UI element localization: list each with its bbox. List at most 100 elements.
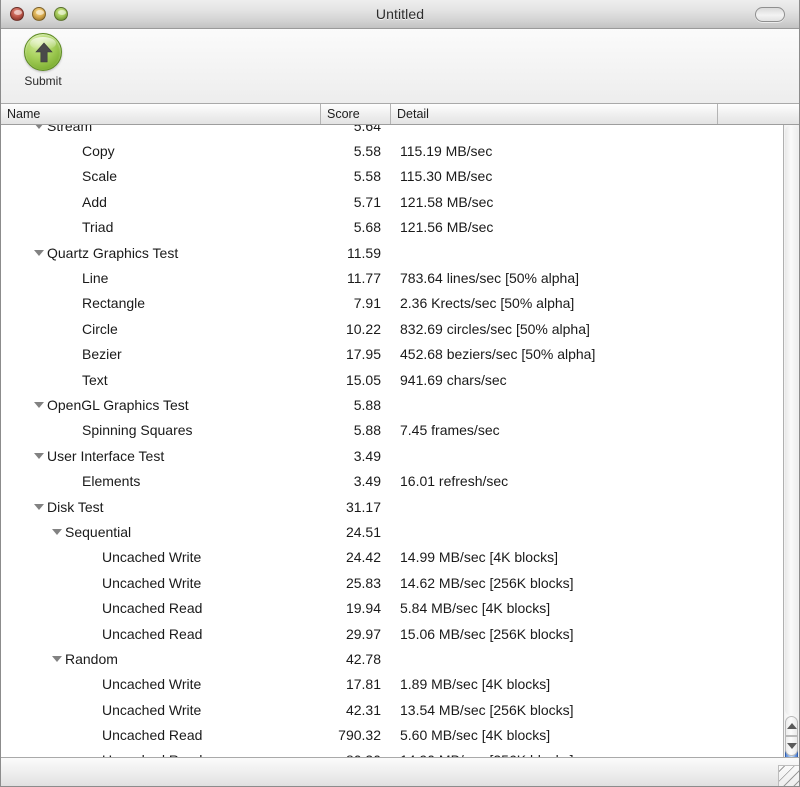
table-row[interactable]: Spinning Squares 5.88 7.45 frames/sec	[1, 418, 783, 443]
row-detail-cell: 13.54 MB/sec [256K blocks]	[400, 701, 574, 718]
disclosure-triangle-icon[interactable]	[52, 655, 62, 662]
minimize-button[interactable]	[32, 7, 46, 21]
row-score-cell: 25.83	[345, 574, 381, 591]
row-name-label: Uncached Write	[102, 676, 202, 693]
scroll-up-arrow-icon[interactable]	[785, 716, 798, 736]
table-row[interactable]: Uncached Write 25.83 14.62 MB/sec [256K bl…	[1, 570, 783, 595]
table-row[interactable]: Text 15.05 941.69 chars/sec	[1, 367, 783, 392]
table-row[interactable]: User Interface Test 3.49	[1, 443, 783, 468]
table-row[interactable]: Scale 5.58 115.30 MB/sec	[1, 164, 783, 189]
table-row[interactable]: Uncached Write 17.81 1.89 MB/sec [4K block…	[1, 672, 783, 697]
resize-grip-icon[interactable]	[778, 765, 799, 786]
column-header-name[interactable]: Name	[1, 104, 321, 124]
page-title: Untitled	[375, 6, 425, 22]
table-row[interactable]: Bezier 17.95 452.68 beziers/sec [50% alpha…	[1, 342, 783, 367]
table-row[interactable]: Stream 5.64	[1, 125, 783, 138]
table-row[interactable]: Copy 5.58 115.19 MB/sec	[1, 138, 783, 163]
row-score-cell: 15.05	[345, 371, 381, 388]
window-controls	[1, 7, 68, 21]
table-row[interactable]: Uncached Write 42.31 13.54 MB/sec [256K bl…	[1, 697, 783, 722]
column-header-score[interactable]: Score	[321, 104, 391, 124]
row-name-cell: Spinning Squares	[1, 422, 321, 438]
row-name-cell: User Interface Test	[1, 448, 321, 464]
row-name-label: Uncached Read	[102, 727, 203, 744]
table-row[interactable]: Disk Test 31.17	[1, 494, 783, 519]
table-row[interactable]: Uncached Read80.3014.90 MB/sec [256K blo…	[1, 748, 783, 757]
zoom-button[interactable]	[54, 7, 68, 21]
table-row[interactable]: Random 42.78	[1, 646, 783, 671]
disclosure-triangle-icon[interactable]	[34, 125, 44, 129]
row-name-label: Random	[65, 650, 118, 667]
row-score-cell: 24.42	[345, 549, 381, 566]
row-detail-cell: 7.45 frames/sec	[400, 422, 500, 439]
table-row[interactable]: Uncached Read 29.97 15.06 MB/sec [256K blo…	[1, 621, 783, 646]
disclosure-triangle-icon[interactable]	[34, 401, 44, 408]
row-name-cell: Elements	[1, 473, 321, 489]
row-score-cell: 17.95	[345, 346, 381, 363]
row-score-cell: 5.58	[353, 143, 381, 160]
table-row[interactable]: Uncached Read 790.32 5.60 MB/sec [4K block…	[1, 722, 783, 747]
row-detail-cell: 2.36 Krects/sec [50% alpha]	[400, 295, 575, 312]
status-bar	[1, 757, 799, 786]
row-name-cell: Uncached Write	[1, 676, 321, 692]
row-score-cell: 5.68	[353, 219, 381, 236]
row-score-cell: 29.97	[345, 625, 381, 642]
scroll-down-arrow-icon[interactable]	[785, 736, 798, 756]
table-header-row: Name Score Detail	[1, 104, 799, 125]
toolbar-toggle-button[interactable]	[755, 6, 785, 22]
row-name-cell: Bezier	[1, 346, 321, 362]
column-header-spacer[interactable]	[718, 104, 776, 124]
column-header-detail[interactable]: Detail	[391, 104, 718, 124]
submit-button-label: Submit	[24, 74, 62, 88]
table-row[interactable]: Line 11.77 783.64 lines/sec [50% alpha]	[1, 265, 783, 290]
disclosure-triangle-icon[interactable]	[34, 452, 44, 459]
row-name-cell: Triad	[1, 219, 321, 235]
row-score-cell: 5.88	[353, 396, 381, 413]
row-detail-cell: 115.19 MB/sec	[400, 143, 493, 160]
table-row[interactable]: Uncached Write 24.42 14.99 MB/sec [4K bloc…	[1, 545, 783, 570]
table-row[interactable]: Triad 5.68 121.56 MB/sec	[1, 215, 783, 240]
row-name-label: Spinning Squares	[82, 422, 193, 439]
row-name-cell: Stream	[1, 125, 321, 134]
row-score-cell: 10.22	[345, 320, 381, 337]
row-name-cell: Uncached Read	[1, 727, 321, 743]
vertical-scrollbar[interactable]	[783, 125, 799, 757]
row-name-label: Uncached Write	[102, 549, 202, 566]
close-button[interactable]	[10, 7, 24, 21]
row-name-label: Copy	[82, 143, 115, 160]
row-name-cell: Quartz Graphics Test	[1, 245, 321, 261]
row-name-label: Uncached Read	[102, 600, 203, 617]
row-name-cell: Uncached Read	[1, 600, 321, 616]
row-name-label: OpenGL Graphics Test	[47, 396, 189, 413]
table-row[interactable]: Elements 3.49 16.01 refresh/sec	[1, 468, 783, 493]
table-row[interactable]: Circle 10.22 832.69 circles/sec [50% alpha…	[1, 316, 783, 341]
submit-button[interactable]: Submit	[15, 33, 71, 88]
row-name-cell: Uncached Write	[1, 702, 321, 718]
row-name-label: Scale	[82, 168, 118, 185]
row-name-cell: Line	[1, 270, 321, 286]
table-row[interactable]: Add 5.71 121.58 MB/sec	[1, 189, 783, 214]
row-score-cell: 5.88	[353, 422, 381, 439]
row-name-cell: Disk Test	[1, 499, 321, 515]
row-detail-cell: 115.30 MB/sec	[400, 168, 493, 185]
row-score-cell: 24.51	[345, 523, 381, 540]
title-bar[interactable]: Untitled	[1, 0, 799, 29]
disclosure-triangle-icon[interactable]	[34, 503, 44, 510]
row-name-label: Line	[82, 270, 109, 287]
table-row[interactable]: Uncached Read 19.94 5.84 MB/sec [4K blocks…	[1, 595, 783, 620]
row-detail-cell: 14.99 MB/sec [4K blocks]	[400, 549, 558, 566]
row-name-label: Triad	[82, 219, 114, 236]
row-name-label: Uncached Write	[102, 574, 202, 591]
row-score-cell: 5.71	[353, 193, 381, 210]
row-name-cell: Uncached Write	[1, 575, 321, 591]
scrollbar-track[interactable]	[785, 125, 798, 716]
table-row[interactable]: Quartz Graphics Test 11.59	[1, 240, 783, 265]
table-row[interactable]: Sequential 24.51	[1, 519, 783, 544]
disclosure-triangle-icon[interactable]	[34, 249, 44, 256]
table-row[interactable]: Rectangle 7.91 2.36 Krects/sec [50% alpha]	[1, 291, 783, 316]
disclosure-triangle-icon[interactable]	[52, 528, 62, 535]
row-score-cell: 3.49	[353, 473, 381, 490]
row-score-cell: 19.94	[345, 600, 381, 617]
row-name-cell: Scale	[1, 168, 321, 184]
table-row[interactable]: OpenGL Graphics Test 5.88	[1, 392, 783, 417]
